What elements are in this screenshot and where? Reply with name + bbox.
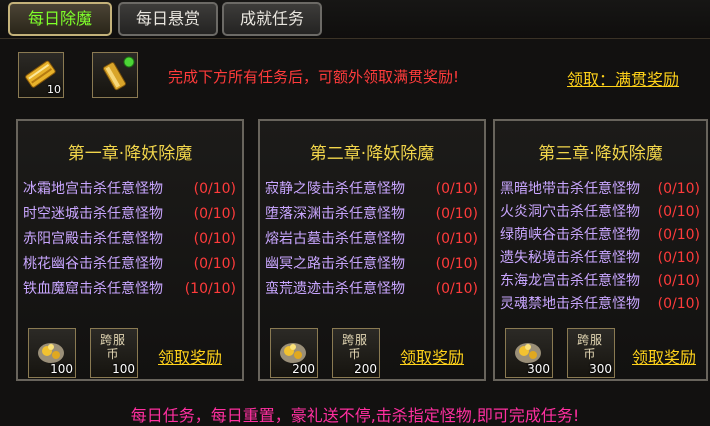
task-progress: (0/10)	[435, 231, 478, 247]
reward-count: 10	[47, 83, 61, 96]
claim-reward-button[interactable]: 领取奖励	[158, 344, 222, 368]
claim-reward-button[interactable]: 领取奖励	[400, 344, 464, 368]
reward-count: 300	[589, 362, 612, 376]
reward-scroll-slot[interactable]: 10	[18, 52, 64, 98]
task-progress: (0/10)	[435, 256, 478, 272]
task-name: 寂静之陵击杀任意怪物	[265, 181, 405, 197]
task-name: 黑暗地带击杀任意怪物	[500, 181, 640, 197]
cross-server-coin-label: 跨服	[341, 333, 368, 347]
task-name: 灵魂禁地击杀任意怪物	[500, 296, 640, 312]
task-row: 桃花幽谷击杀任意怪物 (0/10)	[23, 253, 236, 275]
tab-daily-bounty[interactable]: 每日悬赏	[118, 2, 218, 36]
task-name: 时空迷城击杀任意怪物	[23, 206, 163, 222]
task-name: 蛮荒遗迹击杀任意怪物	[265, 281, 405, 297]
task-progress: (0/10)	[435, 181, 478, 197]
task-name: 遗失秘境击杀任意怪物	[500, 250, 640, 266]
task-row: 火炎洞穴击杀任意怪物 (0/10)	[500, 201, 700, 223]
task-row: 遗失秘境击杀任意怪物 (0/10)	[500, 247, 700, 269]
tab-achievement[interactable]: 成就任务	[222, 2, 322, 36]
task-progress: (0/10)	[193, 256, 236, 272]
reward-gold-slot[interactable]: 300	[505, 328, 553, 378]
task-row: 铁血魔窟击杀任意怪物 (10/10)	[23, 278, 236, 300]
task-name: 熔岩古墓击杀任意怪物	[265, 231, 405, 247]
task-name: 火炎洞穴击杀任意怪物	[500, 204, 640, 220]
task-name: 冰霜地宫击杀任意怪物	[23, 181, 163, 197]
chapter-panel-2: 第二章·降妖除魔 寂静之陵击杀任意怪物 (0/10) 堕落深渊击杀任意怪物 (0/1…	[258, 119, 486, 381]
task-progress: (0/10)	[193, 181, 236, 197]
cross-server-coin-icon: 跨服币	[97, 333, 129, 361]
task-progress: (10/10)	[184, 281, 236, 297]
task-progress: (0/10)	[193, 231, 236, 247]
task-row: 黑暗地带击杀任意怪物 (0/10)	[500, 178, 700, 200]
cross-server-coin-icon: 跨服币	[574, 333, 606, 361]
reward-count: 200	[354, 362, 377, 376]
task-progress: (0/10)	[657, 296, 700, 312]
task-row: 寂静之陵击杀任意怪物 (0/10)	[265, 178, 478, 200]
gold-bar-icon	[103, 56, 135, 91]
chapter-panel-3: 第三章·降妖除魔 黑暗地带击杀任意怪物 (0/10) 火炎洞穴击杀任意怪物 (0/1…	[493, 119, 708, 381]
task-row: 时空迷城击杀任意怪物 (0/10)	[23, 203, 236, 225]
reward-cross-slot[interactable]: 跨服币 100	[90, 328, 138, 378]
tab-daily-demon[interactable]: 每日除魔	[8, 2, 112, 36]
task-progress: (0/10)	[435, 206, 478, 222]
task-name: 赤阳宫殿击杀任意怪物	[23, 231, 163, 247]
task-name: 绿荫峡谷击杀任意怪物	[500, 227, 640, 243]
task-row: 幽冥之路击杀任意怪物 (0/10)	[265, 253, 478, 275]
reward-count: 100	[50, 362, 73, 376]
task-progress: (0/10)	[657, 227, 700, 243]
footer-text: 每日任务，每日重置，豪礼送不停,击杀指定怪物,即可完成任务!	[130, 406, 580, 425]
reward-cross-slot[interactable]: 跨服币 300	[567, 328, 615, 378]
task-row: 冰霜地宫击杀任意怪物 (0/10)	[23, 178, 236, 200]
task-progress: (0/10)	[657, 181, 700, 197]
task-row: 堕落深渊击杀任意怪物 (0/10)	[265, 203, 478, 225]
task-progress: (0/10)	[657, 273, 700, 289]
task-row: 绿荫峡谷击杀任意怪物 (0/10)	[500, 224, 700, 246]
reward-count: 200	[292, 362, 315, 376]
task-name: 东海龙宫击杀任意怪物	[500, 273, 640, 289]
task-row: 灵魂禁地击杀任意怪物 (0/10)	[500, 293, 700, 315]
claim-reward-button[interactable]: 领取奖励	[632, 344, 696, 368]
chapter-title: 第一章·降妖除魔	[67, 144, 193, 164]
chapter-panel-1: 第一章·降妖除魔 冰霜地宫击杀任意怪物 (0/10) 时空迷城击杀任意怪物 (0/1…	[16, 119, 244, 381]
reward-gold-slot[interactable]: 100	[28, 328, 76, 378]
cross-server-coin-label-coin: 币	[106, 347, 120, 361]
task-progress: (0/10)	[657, 250, 700, 266]
notice-text: 完成下方所有任务后，可额外领取满贯奖励!	[168, 68, 460, 86]
reward-cross-slot[interactable]: 跨服币 200	[332, 328, 380, 378]
task-row: 赤阳宫殿击杀任意怪物 (0/10)	[23, 228, 236, 250]
cross-server-coin-label: 跨服	[576, 333, 603, 347]
chapter-title: 第二章·降妖除魔	[309, 144, 435, 164]
reward-gold-slot[interactable]: 200	[270, 328, 318, 378]
cross-server-coin-icon: 跨服币	[339, 333, 371, 361]
reward-count: 100	[112, 362, 135, 376]
task-name: 幽冥之路击杀任意怪物	[265, 256, 405, 272]
task-name: 铁血魔窟击杀任意怪物	[23, 281, 163, 297]
task-row: 东海龙宫击杀任意怪物 (0/10)	[500, 270, 700, 292]
task-progress: (0/10)	[435, 281, 478, 297]
cross-server-coin-label: 跨服	[99, 333, 126, 347]
chapter-title: 第三章·降妖除魔	[538, 144, 663, 164]
tab-bar: 每日除魔 每日悬赏 成就任务	[0, 0, 710, 39]
task-progress: (0/10)	[193, 206, 236, 222]
task-name: 堕落深渊击杀任意怪物	[265, 206, 405, 222]
reward-goldbar-slot[interactable]	[92, 52, 138, 98]
cross-server-coin-label-coin: 币	[583, 347, 597, 361]
task-row: 蛮荒遗迹击杀任意怪物 (0/10)	[265, 278, 478, 300]
reward-count: 300	[527, 362, 550, 376]
cross-server-coin-label-coin: 币	[348, 347, 362, 361]
claim-grand-reward-link[interactable]: 领取：满贯奖励	[567, 66, 679, 90]
task-row: 熔岩古墓击杀任意怪物 (0/10)	[265, 228, 478, 250]
task-progress: (0/10)	[657, 204, 700, 220]
task-name: 桃花幽谷击杀任意怪物	[23, 256, 163, 272]
